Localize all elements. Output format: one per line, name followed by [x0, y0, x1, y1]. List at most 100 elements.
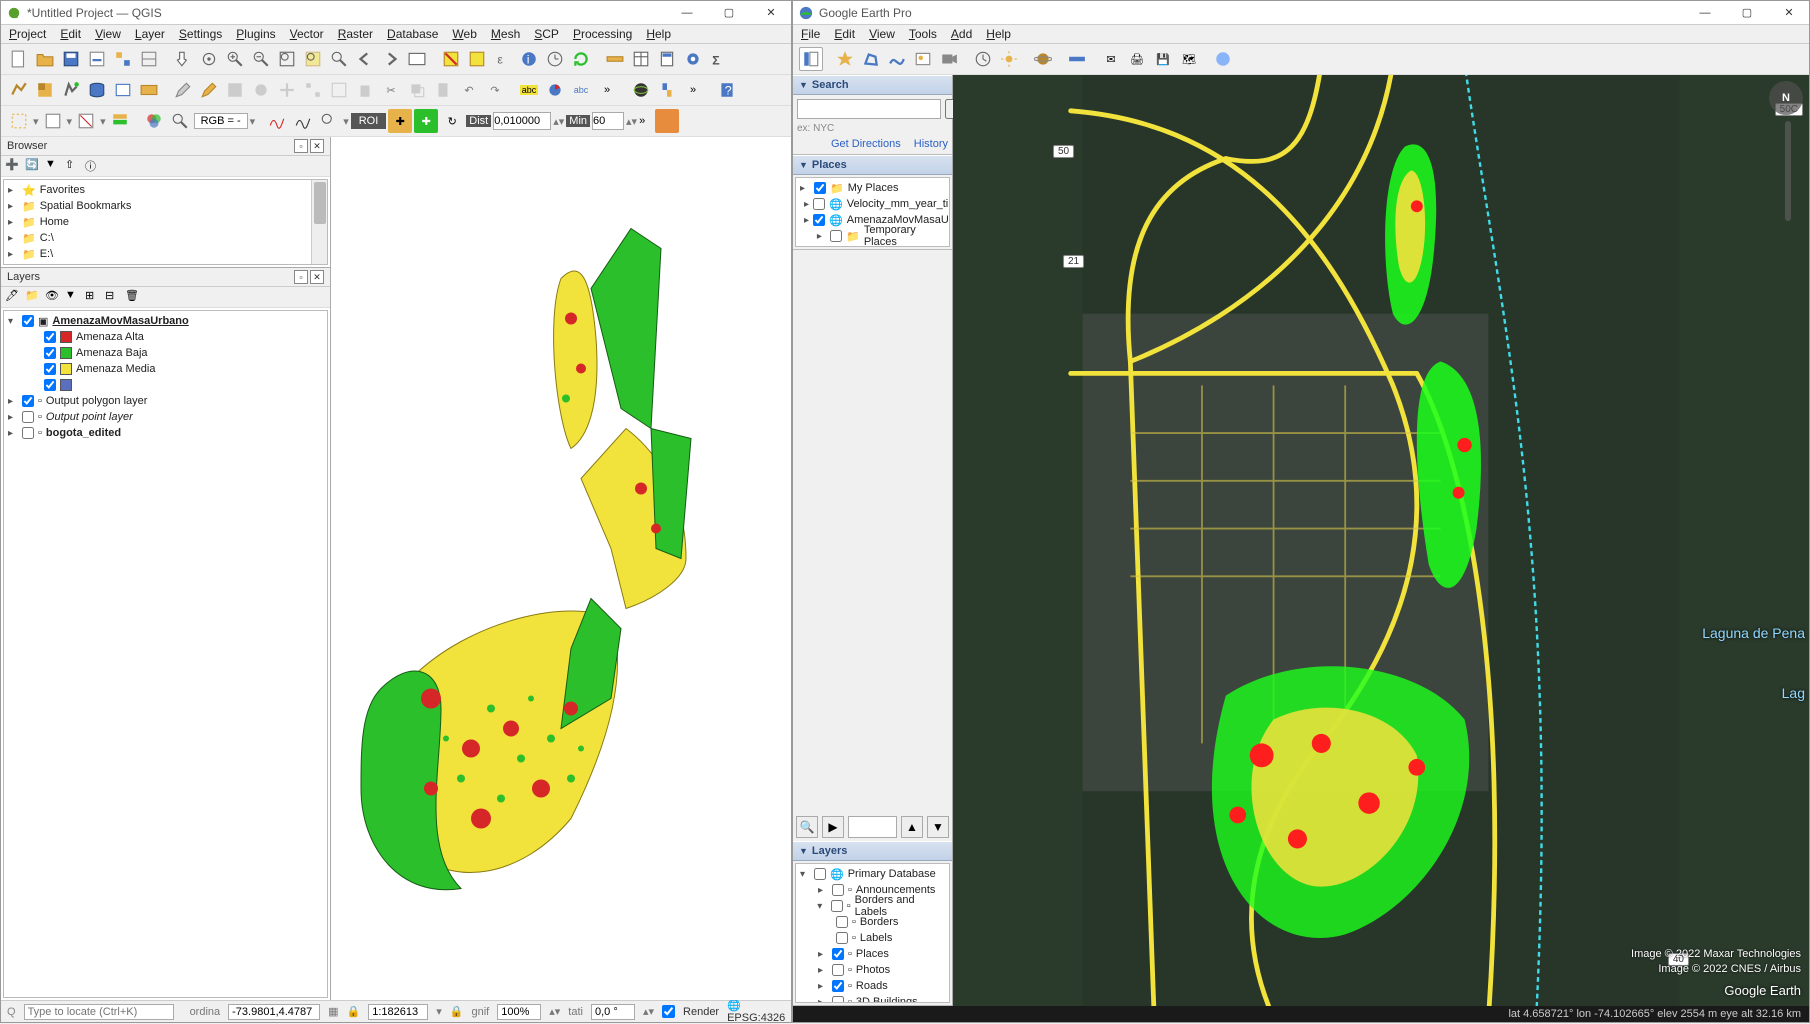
new-virtual-layer-icon[interactable] [137, 78, 161, 102]
layers-section-header[interactable]: Layers [812, 845, 847, 857]
refresh-icon[interactable] [569, 47, 593, 71]
more-label-tools-icon[interactable]: » [595, 78, 619, 102]
places-item[interactable]: ▸📁My Places [800, 180, 945, 196]
min-input[interactable] [592, 112, 624, 130]
gep-3d-viewer[interactable]: 50 21 40 50C Laguna de Pena Lag Image © … [953, 75, 1809, 1006]
places-item[interactable]: ▸📁Temporary Places [800, 228, 945, 244]
legend-class[interactable] [8, 377, 323, 393]
layer-item[interactable]: ▸▫Output polygon layer [8, 393, 323, 409]
view-in-maps-icon[interactable]: 🗺 [1177, 47, 1201, 71]
menu-project[interactable]: Project [9, 27, 46, 41]
crs-button[interactable]: 🌐 EPSG:4326 [727, 999, 785, 1024]
style-manager-icon[interactable] [111, 47, 135, 71]
places-item[interactable]: ▸🌐Velocity_mm_year_ti... [800, 196, 945, 212]
gep-close-button[interactable]: ✕ [1775, 3, 1803, 23]
extents-icon[interactable]: ▦ [328, 1005, 338, 1018]
select-by-expression-icon[interactable]: ε [491, 47, 515, 71]
gep-layer-item[interactable]: ▸▫Places [800, 946, 945, 962]
browser-item[interactable]: ▸📁C:\ [8, 230, 323, 246]
browser-properties-icon[interactable]: ⓘ [85, 158, 101, 174]
magnifier-lock-icon[interactable]: 🔒 [450, 1005, 464, 1018]
scp-remove-temp-icon[interactable] [74, 109, 98, 133]
browser-close-button[interactable]: ✕ [310, 139, 324, 153]
python-console-icon[interactable] [655, 78, 679, 102]
zoom-out-icon[interactable] [249, 47, 273, 71]
copy-features-icon[interactable] [405, 78, 429, 102]
qgis-map-canvas[interactable] [331, 137, 791, 1000]
add-raster-icon[interactable] [33, 78, 57, 102]
browser-item[interactable]: ▸⭐Favorites [8, 182, 323, 198]
render-checkbox[interactable] [662, 1005, 675, 1018]
scp-main-icon[interactable] [655, 109, 679, 133]
places-search-icon[interactable]: 🔍 [796, 816, 818, 838]
current-edits-icon[interactable] [197, 78, 221, 102]
zoom-to-selection-icon[interactable] [301, 47, 325, 71]
places-slider[interactable] [848, 816, 897, 838]
record-tour-icon[interactable] [937, 47, 961, 71]
new-memory-layer-icon[interactable] [111, 78, 135, 102]
layers-collapse-all-icon[interactable]: ⊟ [105, 289, 121, 305]
gep-maximize-button[interactable]: ▢ [1733, 3, 1761, 23]
menu-processing[interactable]: Processing [573, 27, 632, 41]
gep-layer-item[interactable]: ▸▫Photos [800, 962, 945, 978]
gep-menu-help[interactable]: Help [986, 27, 1011, 41]
gep-layer-root[interactable]: ▾🌐Primary Database [800, 866, 945, 882]
layers-style-icon[interactable]: 🖊 [5, 289, 21, 305]
planets-icon[interactable] [1031, 47, 1055, 71]
metasearch-icon[interactable] [629, 78, 653, 102]
browser-tree[interactable]: ▸⭐Favorites▸📁Spatial Bookmarks▸📁Home▸📁C:… [3, 179, 328, 265]
gep-menu-edit[interactable]: Edit [834, 27, 855, 41]
modify-attributes-icon[interactable] [327, 78, 351, 102]
historical-imagery-icon[interactable] [971, 47, 995, 71]
scp-toolbar-more-icon[interactable]: » [639, 115, 645, 127]
zoom-in-icon[interactable] [223, 47, 247, 71]
ruler-icon[interactable] [1065, 47, 1089, 71]
scp-redo-roi-icon[interactable]: ↻ [440, 109, 464, 133]
zoom-last-icon[interactable] [353, 47, 377, 71]
deselect-icon[interactable] [439, 47, 463, 71]
diagram-icon[interactable] [543, 78, 567, 102]
layers-undock-button[interactable]: ▫ [294, 270, 308, 284]
legend-class[interactable]: Amenaza Baja [8, 345, 323, 361]
gep-layer-subitem[interactable]: ▫Labels [800, 930, 945, 946]
scp-bandset-icon[interactable] [108, 109, 132, 133]
layout-manager-icon[interactable] [137, 47, 161, 71]
search-input[interactable] [797, 99, 941, 119]
layer-group[interactable]: ▾▣AmenazaMovMasaUrbano [8, 313, 323, 329]
browser-filter-icon[interactable]: ▼ [45, 158, 61, 174]
show-labels-icon[interactable]: abc [569, 78, 593, 102]
add-placemark-icon[interactable] [833, 47, 857, 71]
layers-manage-visibility-icon[interactable]: 👁 [45, 289, 61, 305]
menu-vector[interactable]: Vector [290, 27, 324, 41]
new-map-view-icon[interactable] [405, 47, 429, 71]
help-icon[interactable]: ? [715, 78, 739, 102]
undo-icon[interactable]: ↶ [457, 78, 481, 102]
layers-add-group-icon[interactable]: 📁 [25, 289, 41, 305]
label-icon[interactable]: abc [517, 78, 541, 102]
layers-tree[interactable]: ▾▣AmenazaMovMasaUrbanoAmenaza AltaAmenaz… [3, 310, 328, 998]
menu-raster[interactable]: Raster [338, 27, 373, 41]
scp-dock-icon[interactable] [7, 109, 31, 133]
places-up-icon[interactable]: ▲ [901, 816, 923, 838]
gep-layer-item[interactable]: ▾▫Borders and Labels [800, 898, 945, 914]
dist-input[interactable] [493, 112, 551, 130]
sidebar-toggle-icon[interactable] [799, 47, 823, 71]
menu-help[interactable]: Help [646, 27, 671, 41]
move-feature-icon[interactable] [275, 78, 299, 102]
vertex-tool-icon[interactable] [301, 78, 325, 102]
scale-lock-icon[interactable]: 🔒 [347, 1005, 361, 1018]
compass-icon[interactable]: N [1769, 81, 1803, 115]
scp-spectral-plot-icon[interactable] [265, 109, 289, 133]
browser-item[interactable]: ▸📁Home [8, 214, 323, 230]
layers-remove-icon[interactable]: 🗑 [125, 289, 141, 305]
paste-features-icon[interactable] [431, 78, 455, 102]
delete-selected-icon[interactable] [353, 78, 377, 102]
more-plugins-icon[interactable]: » [681, 78, 705, 102]
cut-features-icon[interactable]: ✂ [379, 78, 403, 102]
browser-refresh-icon[interactable]: 🔄 [25, 158, 41, 174]
get-directions-link[interactable]: Get Directions [831, 138, 901, 150]
scp-add-roi-icon[interactable]: ✚ [414, 109, 438, 133]
places-tour-icon[interactable]: ▶ [822, 816, 844, 838]
minimize-button[interactable]: — [673, 3, 701, 23]
coord-input[interactable] [228, 1004, 320, 1020]
